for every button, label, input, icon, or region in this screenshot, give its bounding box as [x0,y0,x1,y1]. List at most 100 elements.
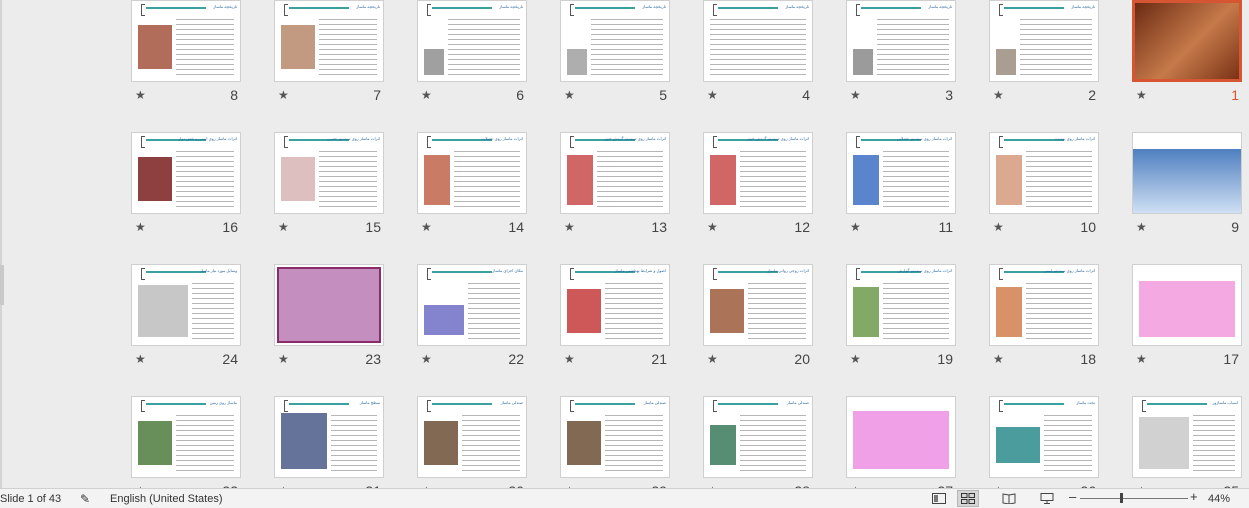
slide-thumbnail-4[interactable]: تاریخچه ماساژ ★ 4 [703,0,818,106]
slide-preview[interactable]: اثرات ماساژ روی سیستم عضلانی [846,132,956,214]
slide-preview[interactable]: تاریخچه ماساژ [274,0,384,82]
slide-preview[interactable]: اثرات روحی روانی ماساژ [703,264,813,346]
slide-title: تاریخچه ماساژ [642,4,666,9]
slide-thumbnail-24[interactable]: وسایل مورد نیاز ماساژ ★ 24 [131,264,246,370]
slide-count[interactable]: Slide 1 of 43 [0,493,61,505]
slide-preview[interactable]: صندلی ماساژ [703,396,813,478]
slide-number: 2 [1088,87,1096,103]
slide-preview[interactable]: اثرات ماساژ روی سیستم ایمنی [989,264,1099,346]
slide-thumbnail-14[interactable]: اثرات ماساژ روی عضلات ★ 14 [417,132,532,238]
slide-thumbnail-3[interactable]: تاریخچه ماساژ ★ 3 [846,0,961,106]
language-label[interactable]: English (United States) [110,493,223,505]
slideshow-icon[interactable] [1036,490,1058,507]
normal-view-icon[interactable] [928,490,950,507]
slide-preview[interactable]: وسایل مورد نیاز ماساژ [131,264,241,346]
animation-star-icon: ★ [135,220,146,234]
slide-thumbnail-30[interactable]: صندلی ماساژ★30 [417,396,532,488]
slide-thumbnail-28[interactable]: صندلی ماساژ★28 [703,396,818,488]
slide-title: وسایل مورد نیاز ماساژ [199,268,237,273]
slide-thumbnail-31[interactable]: سطح ماساژ★31 [274,396,389,488]
pane-border [0,0,2,488]
slide-thumbnail-6[interactable]: تاریخچه ماساژ ★ 6 [417,0,532,106]
slide-number: 19 [937,351,953,367]
slide-preview[interactable]: تخت ماساژ [989,396,1099,478]
zoom-level[interactable]: 44% [1208,493,1230,505]
slide-thumbnail-17[interactable]: ★ 17 [1132,264,1247,370]
slide-preview[interactable]: ماساژ روی زمین [131,396,241,478]
slide-thumbnail-11[interactable]: اثرات ماساژ روی سیستم عضلانی ★ 11 [846,132,961,238]
zoom-slider[interactable] [1080,498,1188,499]
slide-preview[interactable]: تاریخچه ماساژ [703,0,813,82]
slide-preview[interactable] [846,396,956,478]
slide-title: تخت ماساژ [1076,400,1095,405]
slide-number: 3 [945,87,953,103]
slide-preview[interactable] [274,264,384,346]
slide-preview[interactable]: اثرات ماساژ روی سیستم عصبی [274,132,384,214]
check-document-icon[interactable]: ✎ [80,493,90,505]
slide-preview[interactable] [1132,0,1242,82]
slide-thumbnail-21[interactable]: اصول و شرایط بهداشتی ماساژ ★ 21 [560,264,675,370]
pane-splitter[interactable] [0,265,4,305]
slide-preview[interactable]: تاریخچه ماساژ [560,0,670,82]
slide-preview[interactable]: اسباب ماساژور [1132,396,1242,478]
slide-title: مکان اجرای ماساژ [492,268,523,273]
slide-preview[interactable]: اثرات ماساژ روی ایمنی و نقش دوار [131,132,241,214]
slide-thumbnail-16[interactable]: اثرات ماساژ روی ایمنی و نقش دوار ★ 16 [131,132,246,238]
slide-preview[interactable]: سطح ماساژ [274,396,384,478]
slide-preview[interactable]: تاریخچه ماساژ [417,0,527,82]
animation-star-icon: ★ [421,352,432,366]
reading-view-icon[interactable] [998,490,1020,507]
zoom-slider-thumb[interactable] [1120,493,1123,503]
slide-preview[interactable]: تاریخچه ماساژ [989,0,1099,82]
slide-title: اثرات ماساژ روی سیستم ایمنی [1043,268,1095,273]
slide-title: تاریخچه ماساژ [928,4,952,9]
slide-thumbnail-8[interactable]: تاریخچه ماساژ ★ 8 [131,0,246,106]
slide-sorter-pane[interactable]: ★ 1 تاریخچه ماساژ ★ 2 تاریخچه ماساژ ★ 3 تاریخچه … [0,0,1249,488]
slide-thumbnail-32[interactable]: ماساژ روی زمین★32 [131,396,246,488]
slide-preview[interactable]: اثرات ماساژ روی عضلات [417,132,527,214]
slide-thumbnail-1[interactable]: ★ 1 [1132,0,1247,106]
slide-thumbnail-26[interactable]: تخت ماساژ★26 [989,396,1104,488]
slide-title: تاریخچه ماساژ [1071,4,1095,9]
slide-thumbnail-7[interactable]: تاریخچه ماساژ ★ 7 [274,0,389,106]
animation-star-icon: ★ [850,352,861,366]
slide-thumbnail-12[interactable]: اثرات ماساژ روی سیستم گردش خون ★ 12 [703,132,818,238]
slide-thumbnail-22[interactable]: مکان اجرای ماساژ ★ 22 [417,264,532,370]
slide-preview[interactable] [1132,132,1242,214]
slide-preview[interactable]: مکان اجرای ماساژ [417,264,527,346]
slide-thumbnail-18[interactable]: اثرات ماساژ روی سیستم ایمنی ★ 18 [989,264,1104,370]
slide-number: 9 [1231,219,1239,235]
slide-preview[interactable]: تاریخچه ماساژ [846,0,956,82]
slide-thumbnail-25[interactable]: اسباب ماساژور★25 [1132,396,1247,488]
animation-star-icon: ★ [1136,220,1147,234]
slide-title: اثرات ماساژ روی سیستم گوارش [897,268,952,273]
animation-star-icon: ★ [135,352,146,366]
slide-preview[interactable]: اثرات ماساژ روی سیستم گردش خون [703,132,813,214]
slide-preview[interactable]: اثرات ماساژ روی پوست [989,132,1099,214]
slide-sorter-icon[interactable] [957,490,979,507]
slide-preview[interactable]: اثرات ماساژ روی سیستم گردش خون [560,132,670,214]
slide-number: 14 [508,219,524,235]
slide-thumbnail-19[interactable]: اثرات ماساژ روی سیستم گوارش ★ 19 [846,264,961,370]
slide-thumbnail-9[interactable]: ★ 9 [1132,132,1247,238]
slide-thumbnail-2[interactable]: تاریخچه ماساژ ★ 2 [989,0,1104,106]
slide-thumbnail-29[interactable]: صندلی ماساژ★29 [560,396,675,488]
slide-thumbnail-20[interactable]: اثرات روحی روانی ماساژ ★ 20 [703,264,818,370]
slide-preview[interactable]: اصول و شرایط بهداشتی ماساژ [560,264,670,346]
slide-title: سطح ماساژ [359,400,380,405]
zoom-out-button[interactable]: – [1069,490,1076,503]
slide-thumbnail-23[interactable]: ★ 23 [274,264,389,370]
slide-title: اثرات ماساژ روی سیستم گردش خون [747,136,809,141]
zoom-in-button[interactable]: + [1190,490,1198,503]
slide-thumbnail-5[interactable]: تاریخچه ماساژ ★ 5 [560,0,675,106]
slide-thumbnail-27[interactable]: ★27 [846,396,961,488]
slide-preview[interactable]: تاریخچه ماساژ [131,0,241,82]
slide-title: اثرات ماساژ روی سیستم عصبی [326,136,380,141]
slide-preview[interactable]: اثرات ماساژ روی سیستم گوارش [846,264,956,346]
slide-preview[interactable]: صندلی ماساژ [417,396,527,478]
slide-thumbnail-10[interactable]: اثرات ماساژ روی پوست ★ 10 [989,132,1104,238]
slide-thumbnail-13[interactable]: اثرات ماساژ روی سیستم گردش خون ★ 13 [560,132,675,238]
slide-preview[interactable] [1132,264,1242,346]
slide-thumbnail-15[interactable]: اثرات ماساژ روی سیستم عصبی ★ 15 [274,132,389,238]
slide-preview[interactable]: صندلی ماساژ [560,396,670,478]
